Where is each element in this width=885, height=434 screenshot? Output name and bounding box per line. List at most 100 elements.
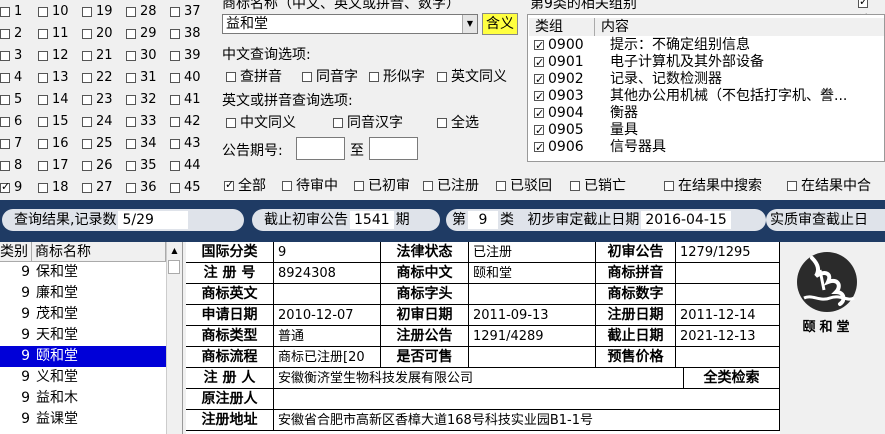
checkbox[interactable] [38, 28, 48, 39]
checkbox[interactable] [82, 116, 92, 127]
checkbox[interactable] [170, 138, 180, 149]
checkbox[interactable] [858, 0, 868, 8]
class-checkbox-41[interactable]: 41 [170, 92, 201, 107]
checkbox[interactable] [82, 94, 92, 105]
class-checkbox-28[interactable]: 28 [126, 4, 157, 19]
checkbox[interactable] [126, 138, 136, 149]
checkbox[interactable] [38, 138, 48, 149]
class-checkbox-7[interactable]: 7 [0, 136, 22, 151]
class-checkbox-6[interactable]: 6 [0, 114, 22, 129]
checkbox[interactable] [0, 116, 10, 127]
group-row[interactable]: 0903 其他办公用机械（不包括打字机、誊... [534, 88, 847, 105]
opt-english-synonym[interactable]: 英文同义 [437, 66, 507, 86]
groups-list[interactable]: 类组 内容 0900 提示：不确定组别信息 0901 电子计算机及其外部设备 0902 记… [527, 14, 885, 162]
dropdown-arrow-icon[interactable]: ▼ [462, 15, 477, 33]
checkbox[interactable] [282, 181, 292, 191]
opt-chinese-synonym[interactable]: 中文同义 [226, 112, 296, 132]
class-checkbox-13[interactable]: 13 [38, 70, 69, 85]
list-item[interactable]: 9 天和堂 [0, 325, 166, 346]
class-checkbox-22[interactable]: 22 [82, 70, 113, 85]
status-filter[interactable]: 待审中 [282, 175, 338, 195]
class-checkbox-33[interactable]: 33 [126, 114, 157, 129]
checkbox[interactable] [82, 72, 92, 83]
class-checkbox-21[interactable]: 21 [82, 48, 113, 63]
class-checkbox-5[interactable]: 5 [0, 92, 22, 107]
checkbox[interactable] [170, 116, 180, 127]
checkbox[interactable] [0, 180, 10, 193]
period-to-input[interactable] [369, 137, 418, 160]
class-checkbox-44[interactable]: 44 [170, 158, 201, 173]
checkbox[interactable] [437, 118, 447, 128]
checkbox[interactable] [170, 28, 180, 39]
checkbox[interactable] [82, 160, 92, 171]
checkbox[interactable] [82, 138, 92, 149]
checkbox[interactable] [534, 105, 544, 122]
class-checkbox-2[interactable]: 2 [0, 26, 22, 41]
checkbox[interactable] [423, 181, 433, 191]
checkbox[interactable] [38, 6, 48, 17]
checkbox[interactable] [224, 178, 234, 191]
checkbox[interactable] [38, 94, 48, 105]
checkbox[interactable] [126, 72, 136, 83]
class-checkbox-32[interactable]: 32 [126, 92, 157, 107]
class-checkbox-39[interactable]: 39 [170, 48, 201, 63]
checkbox[interactable] [126, 94, 136, 105]
checkbox[interactable] [126, 116, 136, 127]
checkbox[interactable] [534, 71, 544, 88]
class-checkbox-36[interactable]: 36 [126, 180, 157, 195]
class-checkbox-12[interactable]: 12 [38, 48, 69, 63]
checkbox[interactable] [226, 72, 236, 82]
checkbox[interactable] [38, 116, 48, 127]
checkbox[interactable] [0, 138, 10, 149]
class-checkbox-30[interactable]: 30 [126, 48, 157, 63]
checkbox[interactable] [0, 160, 10, 171]
scroll-thumb[interactable] [168, 260, 180, 274]
checkbox[interactable] [226, 118, 236, 128]
checkbox[interactable] [534, 54, 544, 71]
checkbox[interactable] [170, 160, 180, 171]
class-checkbox-3[interactable]: 3 [0, 48, 22, 63]
class-checkbox-8[interactable]: 8 [0, 158, 22, 173]
class-checkbox-26[interactable]: 26 [82, 158, 113, 173]
checkbox[interactable] [82, 28, 92, 39]
checkbox[interactable] [570, 181, 580, 191]
result-filter[interactable]: 在结果中搜索 [664, 175, 762, 195]
status-filter[interactable]: 已销亡 [570, 175, 626, 195]
class-checkbox-15[interactable]: 15 [38, 114, 69, 129]
checkbox[interactable] [302, 72, 312, 82]
class-checkbox-25[interactable]: 25 [82, 136, 113, 151]
opt-similar-shape[interactable]: 形似字 [369, 66, 425, 86]
checkbox[interactable] [0, 50, 10, 61]
status-filter[interactable]: 已注册 [423, 175, 479, 195]
checkbox[interactable] [354, 181, 364, 191]
class-checkbox-37[interactable]: 37 [170, 4, 201, 19]
list-item[interactable]: 9 义和堂 [0, 367, 166, 388]
group-row[interactable]: 0900 提示：不确定组别信息 [534, 37, 750, 54]
checkbox[interactable] [126, 28, 136, 39]
trademark-name-combobox[interactable]: 益和堂 ▼ [222, 14, 478, 34]
list-item[interactable]: 9 茂和堂 [0, 304, 166, 325]
opt-select-all[interactable]: 全选 [437, 112, 479, 132]
list-item[interactable]: 9 廉和堂 [0, 283, 166, 304]
class-checkbox-27[interactable]: 27 [82, 180, 113, 195]
class-checkbox-20[interactable]: 20 [82, 26, 113, 41]
checkbox[interactable] [38, 160, 48, 171]
status-filter[interactable]: 已初审 [354, 175, 410, 195]
group-row[interactable]: 0905 量具 [534, 122, 638, 139]
class-checkbox-1[interactable]: 1 [0, 4, 22, 19]
checkbox[interactable] [170, 50, 180, 61]
list-item[interactable]: 9 益和木 [0, 388, 166, 409]
checkbox[interactable] [82, 182, 92, 193]
status-filter[interactable]: 已驳回 [496, 175, 552, 195]
list-item[interactable]: 9 颐和堂 [0, 346, 166, 367]
checkbox[interactable] [0, 94, 10, 105]
checkbox[interactable] [126, 50, 136, 61]
checkbox[interactable] [496, 181, 506, 191]
class-checkbox-45[interactable]: 45 [170, 180, 201, 195]
class-checkbox-34[interactable]: 34 [126, 136, 157, 151]
class-checkbox-31[interactable]: 31 [126, 70, 157, 85]
opt-homophone-hanzi[interactable]: 同音汉字 [333, 112, 403, 132]
period-from-input[interactable] [296, 137, 345, 160]
scroll-up-icon[interactable]: ▲ [167, 242, 182, 259]
class-checkbox-18[interactable]: 18 [38, 180, 69, 195]
